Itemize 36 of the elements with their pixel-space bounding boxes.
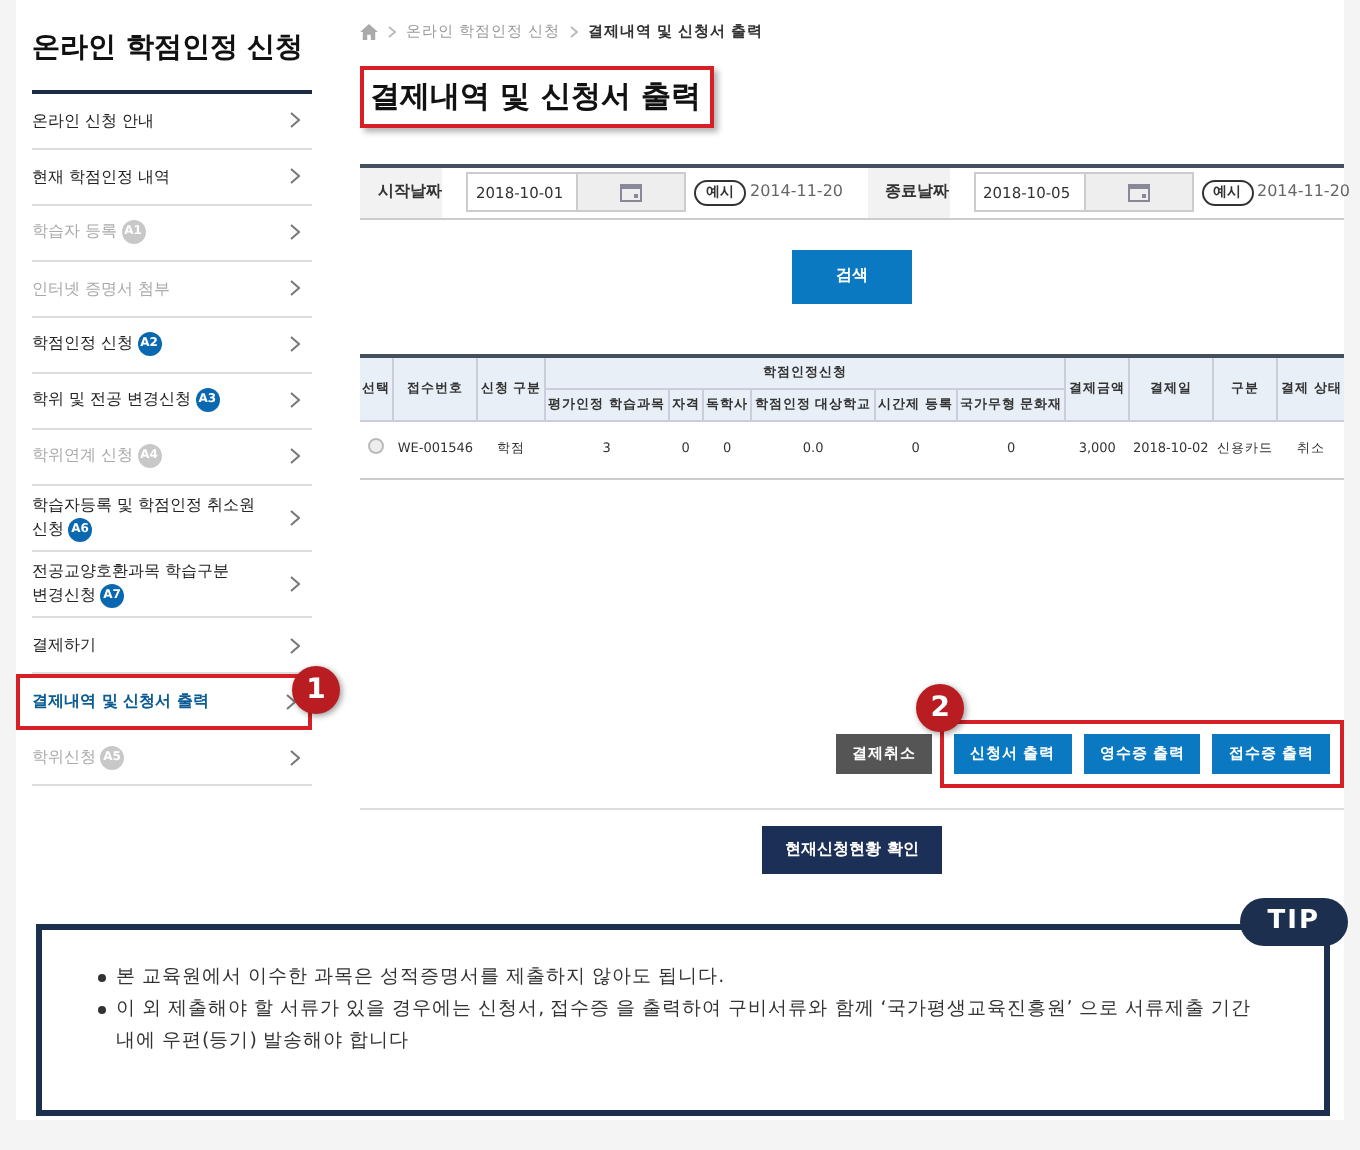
sidebar-item[interactable]: 현재 학점인정 내역 — [32, 150, 312, 206]
chevron-icon — [290, 576, 300, 593]
callout-number: 2 — [916, 683, 965, 732]
chevron-icon — [290, 448, 300, 465]
field-label: 시작날짜 — [360, 167, 442, 218]
chevron-icon — [290, 637, 300, 654]
tip-text: 이 외 제출해야 할 서류가 있을 경우에는 신청서, 접수증 을 출력하여 구비서류와 함께 ‘국가평생교육진흥원’ 으로 서류제출 기간 내에 우편(등기) 발송해야 합니다 — [116, 996, 1253, 1057]
status-button[interactable]: 현재신청현황 확인 — [761, 825, 943, 874]
callout-number: 1 — [292, 666, 340, 715]
chevron-icon — [388, 25, 396, 38]
page-title: 결제내역 및 신청서 출력 — [360, 66, 714, 128]
sidebar-title: 온라인 학점인정 신청 — [32, 16, 312, 94]
chevron-icon — [290, 168, 300, 185]
chevron-icon — [290, 509, 300, 526]
example-date: 2014-11-20 — [1257, 180, 1350, 205]
bullet-icon — [98, 1006, 106, 1015]
chevron-icon — [290, 112, 300, 129]
chevron-icon — [569, 25, 578, 38]
chevron-icon — [290, 749, 300, 766]
calendar-icon[interactable] — [1127, 182, 1149, 203]
home-icon[interactable] — [360, 23, 378, 40]
tip-text: 본 교육원에서 이수한 과목은 성적증명서를 제출하지 않아도 됩니다. — [116, 964, 725, 992]
chevron-icon — [290, 280, 300, 297]
chevron-icon — [290, 392, 300, 409]
field-label: 종료날짜 — [867, 167, 949, 218]
chevron-icon — [290, 336, 300, 353]
chevron-icon — [290, 224, 300, 241]
search-button[interactable]: 검색 — [792, 249, 912, 304]
radio-button[interactable] — [368, 437, 385, 454]
sidebar-item[interactable]: 결제내역 및 신청서 출력 — [16, 674, 312, 731]
sidebar-item[interactable]: 온라인 신청 안내 — [32, 94, 312, 150]
tip-tag: TIP — [1239, 898, 1348, 945]
chevron-icon — [286, 694, 296, 711]
calendar-icon[interactable] — [620, 182, 642, 203]
bullet-icon — [98, 974, 106, 982]
example-date: 2014-11-20 — [750, 180, 843, 205]
